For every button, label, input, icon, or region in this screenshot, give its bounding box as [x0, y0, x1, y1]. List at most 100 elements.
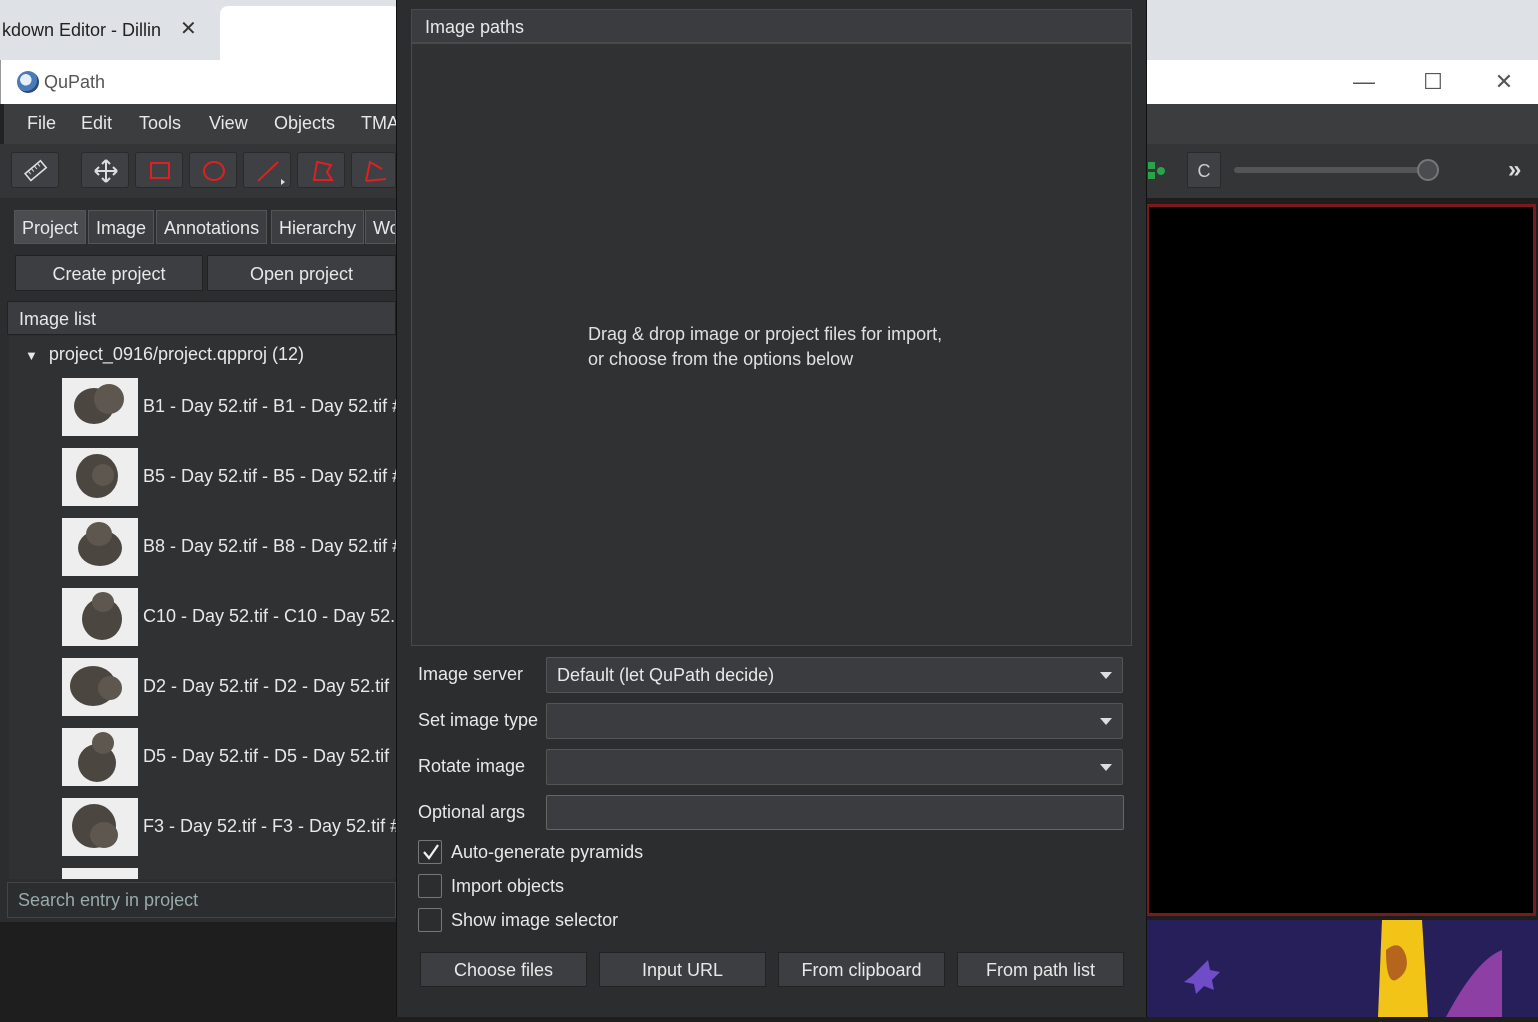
tab-workflow[interactable]: Wo [365, 210, 396, 244]
rectangle-tool-button[interactable] [135, 152, 183, 188]
image-list-tree[interactable]: ▼ project_0916/project.qpproj (12) B1 - … [9, 336, 396, 879]
opacity-slider-thumb[interactable] [1417, 159, 1439, 181]
show-image-selector-checkbox[interactable] [418, 908, 442, 932]
from-clipboard-button[interactable]: From clipboard [778, 952, 945, 987]
image-thumbnail [62, 518, 138, 576]
list-item-label: C10 - Day 52.tif - C10 - Day 52. [143, 606, 396, 626]
measure-tool-button[interactable] [11, 152, 59, 188]
project-root-label: project_0916/project.qpproj (12) [48, 344, 305, 364]
auto-pyramids-checkbox[interactable] [418, 840, 442, 864]
line-icon [257, 161, 285, 185]
image-thumbnail [62, 798, 138, 856]
list-item-label: F3 - Day 52.tif - F3 - Day 52.tif # [143, 816, 396, 836]
show-image-selector-label: Show image selector [451, 910, 619, 930]
browser-tab-active[interactable] [220, 6, 400, 60]
image-list-header[interactable]: Image list [7, 301, 396, 335]
menu-file[interactable]: File [27, 113, 56, 134]
menu-tma[interactable]: TMA [361, 113, 399, 134]
drop-zone-text: Drag & drop image or project files for i… [588, 322, 942, 372]
rectangle-icon [150, 162, 170, 179]
menu-view[interactable]: View [209, 113, 248, 134]
desktop-background [1146, 920, 1538, 1017]
ellipse-tool-button[interactable] [189, 152, 237, 188]
image-thumbnail [62, 868, 138, 879]
list-item-label: B8 - Day 52.tif - B8 - Day 52.tif # [143, 536, 396, 556]
ruler-icon [23, 159, 48, 182]
project-root-node[interactable]: ▼ project_0916/project.qpproj (12) [25, 344, 304, 365]
polyline-tool-button[interactable] [351, 152, 396, 188]
checkmark-icon [423, 844, 439, 860]
list-item[interactable]: B5 - Day 52.tif - B5 - Day 52.tif # [62, 448, 396, 510]
browser-tab-title: kdown Editor - Dillin [2, 19, 162, 40]
list-item-label: D2 - Day 52.tif - D2 - Day 52.tif [143, 676, 390, 696]
list-item[interactable]: F3 - Day 52.tif - F3 - Day 52.tif # [62, 798, 396, 860]
brightness-contrast-button[interactable] [1146, 152, 1180, 188]
tab-hierarchy[interactable]: Hierarchy [271, 210, 365, 244]
channels-icon [1148, 162, 1165, 179]
image-viewer[interactable] [1146, 204, 1536, 916]
optional-args-label: Optional args [418, 802, 526, 822]
list-item[interactable]: B8 - Day 52.tif - B8 - Day 52.tif # [62, 518, 396, 580]
line-tool-button[interactable] [243, 152, 291, 188]
menu-edit[interactable]: Edit [81, 113, 112, 134]
import-objects-checkbox[interactable] [418, 874, 442, 898]
menu-tools[interactable]: Tools [139, 113, 181, 134]
image-server-select[interactable]: Default (let QuPath decide) [546, 657, 1123, 693]
drop-zone[interactable]: Drag & drop image or project files for i… [411, 43, 1132, 646]
rotate-image-label: Rotate image [418, 756, 526, 776]
tab-image[interactable]: Image [88, 210, 155, 244]
image-server-label: Image server [418, 664, 524, 684]
list-item[interactable]: C10 - Day 52.tif - C10 - Day 52. [62, 588, 396, 650]
list-item-label: B1 - Day 52.tif - B1 - Day 52.tif # [143, 396, 396, 416]
qupath-logo-icon [17, 71, 39, 93]
chevron-down-icon [1100, 764, 1112, 771]
menu-objects[interactable]: Objects [274, 113, 335, 134]
chevron-down-icon [1100, 718, 1112, 725]
move-tool-button[interactable] [81, 152, 129, 188]
image-server-value: Default (let QuPath decide) [557, 665, 775, 685]
image-thumbnail [62, 588, 138, 646]
optional-args-input[interactable] [546, 795, 1124, 830]
chevron-down-icon [1100, 672, 1112, 679]
image-paths-header[interactable]: Image paths [411, 9, 1132, 43]
choose-files-button[interactable]: Choose files [420, 952, 587, 987]
maximize-icon[interactable]: ☐ [1403, 62, 1463, 102]
list-item-label: D5 - Day 52.tif - D5 - Day 52.tif [143, 746, 390, 766]
ellipse-icon [203, 161, 225, 181]
list-item[interactable]: D2 - Day 52.tif - D2 - Day 52.tif [62, 658, 396, 720]
polygon-icon [312, 160, 334, 181]
list-item[interactable]: D5 - Day 52.tif - D5 - Day 52.tif [62, 728, 396, 790]
window-title: QuPath [44, 72, 106, 92]
minimize-icon[interactable]: — [1334, 62, 1394, 102]
channel-toggle-button[interactable]: C [1187, 152, 1221, 188]
image-thumbnail [62, 378, 138, 436]
image-type-select[interactable] [546, 703, 1123, 739]
image-thumbnail [62, 658, 138, 716]
drop-zone-line-2: or choose from the options below [588, 349, 854, 369]
toolbar-overflow-icon[interactable]: » [1508, 156, 1521, 184]
import-objects-label: Import objects [451, 876, 565, 896]
image-thumbnail [62, 448, 138, 506]
rotate-image-select[interactable] [546, 749, 1123, 785]
close-window-icon[interactable]: ✕ [1474, 62, 1534, 102]
list-item[interactable] [62, 868, 396, 879]
desktop-art-icon [1184, 920, 1502, 1017]
open-project-button[interactable]: Open project [207, 255, 396, 291]
from-path-list-button[interactable]: From path list [957, 952, 1124, 987]
search-input[interactable]: Search entry in project [7, 882, 396, 918]
list-item[interactable]: B1 - Day 52.tif - B1 - Day 52.tif # [62, 378, 396, 440]
browser-tab[interactable]: kdown Editor - Dillin ✕ [0, 0, 218, 60]
opacity-slider-track[interactable] [1234, 167, 1434, 173]
input-url-button[interactable]: Input URL [599, 952, 766, 987]
expand-arrow-icon[interactable]: ▼ [25, 348, 38, 363]
polygon-tool-button[interactable] [297, 152, 345, 188]
create-project-button[interactable]: Create project [15, 255, 203, 291]
list-item-label: B5 - Day 52.tif - B5 - Day 52.tif # [143, 466, 396, 486]
tab-project[interactable]: Project [14, 210, 87, 244]
close-icon[interactable]: ✕ [180, 16, 197, 41]
tab-annotations[interactable]: Annotations [156, 210, 268, 244]
move-icon [94, 159, 118, 183]
drop-zone-line-1: Drag & drop image or project files for i… [588, 324, 943, 344]
image-thumbnail [62, 728, 138, 786]
image-type-label: Set image type [418, 710, 539, 730]
